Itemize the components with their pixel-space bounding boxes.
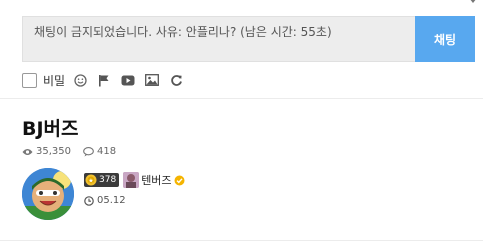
chat-send-button[interactable]: 채팅 <box>415 16 475 62</box>
comment-count: 418 <box>83 146 116 157</box>
top-strip <box>0 0 483 10</box>
chat-box: 채팅이 금지되었습니다. 사유: 안플리나? (남은 시간: 55초) 채팅 <box>22 16 475 62</box>
secret-label: 비밀 <box>43 73 66 88</box>
post-date-value: 05.12 <box>97 195 126 206</box>
comment-count-value: 418 <box>97 146 117 157</box>
eye-icon <box>22 148 33 155</box>
level-badge: ★ 378 <box>84 173 120 187</box>
gold-medal-icon: ★ <box>85 174 97 186</box>
smile-icon[interactable] <box>73 73 87 87</box>
post-date: 05.12 <box>84 195 126 206</box>
chat-input[interactable]: 채팅이 금지되었습니다. 사유: 안플리나? (남은 시간: 55초) <box>22 16 415 62</box>
level-number: 378 <box>99 175 117 185</box>
verified-badge-icon <box>174 171 185 190</box>
broadcast-stats: 35,350 418 <box>22 146 128 157</box>
section-divider <box>0 98 483 99</box>
broadcaster-avatar[interactable] <box>22 168 74 220</box>
user-nickname[interactable]: 텐버즈 <box>141 172 171 188</box>
refresh-icon[interactable] <box>169 73 183 87</box>
view-count-value: 35,350 <box>36 146 71 157</box>
clock-icon <box>84 195 94 206</box>
secret-checkbox[interactable] <box>22 72 37 88</box>
youtube-icon[interactable] <box>121 73 135 87</box>
view-count: 35,350 <box>22 146 71 157</box>
svg-text:★: ★ <box>88 177 93 184</box>
broadcaster-name: BJ버즈 <box>22 118 79 140</box>
bottom-divider <box>0 240 483 241</box>
user-mini-avatar[interactable] <box>123 172 140 188</box>
image-icon[interactable] <box>145 73 160 87</box>
comment-icon <box>83 146 94 156</box>
user-row: ★ 378 텐버즈 <box>84 171 185 189</box>
scroll-down-arrow-icon[interactable] <box>469 0 477 3</box>
flag-icon[interactable] <box>97 73 111 87</box>
chat-toolbar: 비밀 <box>22 70 193 90</box>
